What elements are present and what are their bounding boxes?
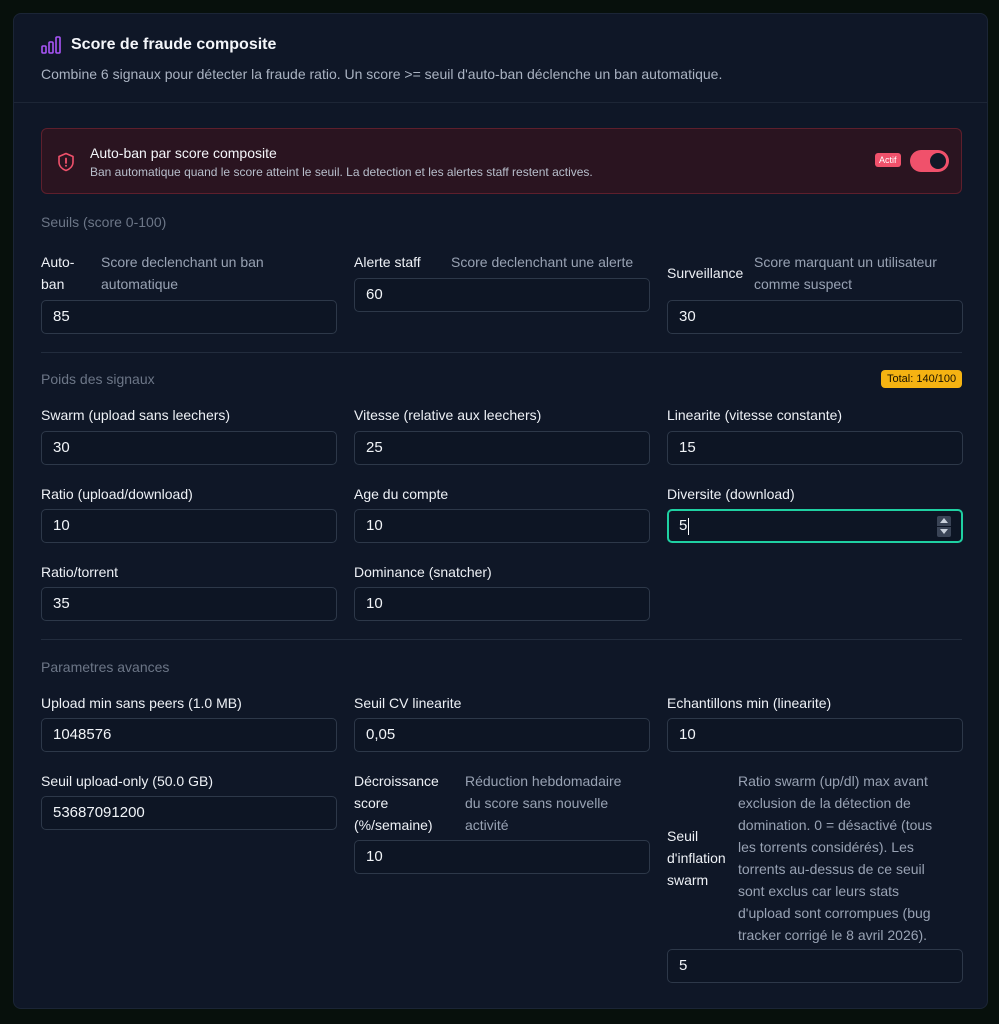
shield-alert-icon <box>58 152 74 172</box>
weight-ratio-torrent-label: Ratio/torrent <box>41 564 119 580</box>
weight-speed-label: Vitesse (relative aux leechers) <box>354 407 542 423</box>
upload-min-label: Upload min sans peers (1.0 MB) <box>41 695 242 711</box>
autoban-threshold-help: Score declenchant un ban automatique <box>101 254 264 292</box>
swarm-inflation-input[interactable]: 5 <box>667 949 963 983</box>
weight-speed-input[interactable]: 25 <box>354 431 650 465</box>
cv-threshold-label: Seuil CV linearite <box>354 695 462 711</box>
text-caret <box>688 517 690 535</box>
watch-threshold-help: Score marquant un utilisateur comme suspe… <box>754 254 937 292</box>
number-spinner[interactable] <box>937 516 951 537</box>
page-subtitle: Combine 6 signaux pour détecter la fraud… <box>41 66 723 82</box>
weight-swarm-label: Swarm (upload sans leechers) <box>41 407 231 423</box>
spinner-up-icon[interactable] <box>937 516 951 526</box>
bar-chart-icon <box>41 36 61 54</box>
weight-diversity-label: Diversite (download) <box>667 486 795 502</box>
autoban-threshold-label: Auto-ban <box>41 254 75 292</box>
decay-input[interactable]: 10 <box>354 840 650 874</box>
autoban-threshold-input[interactable]: 85 <box>41 300 337 334</box>
weights-section-title: Poids des signaux <box>41 371 155 387</box>
autoban-banner: Auto-ban par score composite Ban automat… <box>41 128 962 194</box>
weight-ratio-input[interactable]: 10 <box>41 509 337 543</box>
watch-threshold-label: Surveillance <box>667 265 744 281</box>
autoban-toggle[interactable] <box>910 150 949 172</box>
weight-dominance-label: Dominance (snatcher) <box>354 564 492 580</box>
weight-swarm-input[interactable]: 30 <box>41 431 337 465</box>
decay-help: Réduction hebdomadaire du score sans nou… <box>465 773 622 833</box>
page-title: Score de fraude composite <box>71 36 277 53</box>
min-samples-input[interactable]: 10 <box>667 718 963 752</box>
cv-threshold-input[interactable]: 0,05 <box>354 718 650 752</box>
min-samples-label: Echantillons min (linearite) <box>667 695 832 711</box>
weight-account-age-input[interactable]: 10 <box>354 509 650 543</box>
divider <box>41 352 962 353</box>
spinner-down-icon[interactable] <box>937 527 951 537</box>
autoban-status-badge: Actif <box>875 153 901 167</box>
weight-linearity-label: Linearite (vitesse constante) <box>667 407 843 423</box>
upload-only-label: Seuil upload-only (50.0 GB) <box>41 773 213 789</box>
upload-min-input[interactable]: 1048576 <box>41 718 337 752</box>
fraud-score-panel: Score de fraude composite Combine 6 sign… <box>13 13 988 1009</box>
weight-diversity-input[interactable]: 5 <box>667 509 963 543</box>
weight-dominance-input[interactable]: 10 <box>354 587 650 621</box>
weight-linearity-input[interactable]: 15 <box>667 431 963 465</box>
weight-ratio-torrent-input[interactable]: 35 <box>41 587 337 621</box>
swarm-inflation-help: Ratio swarm (up/dl) max avant exclusion … <box>738 773 933 943</box>
upload-only-input[interactable]: 53687091200 <box>41 796 337 830</box>
autoban-description: Ban automatique quand le score atteint l… <box>90 165 593 179</box>
alert-threshold-help: Score declenchant une alerte <box>451 254 634 270</box>
weight-ratio-label: Ratio (upload/download) <box>41 486 193 502</box>
decay-label: Décroissance score (%/semaine) <box>354 773 439 833</box>
panel-header: Score de fraude composite Combine 6 sign… <box>14 14 987 103</box>
weights-total-badge: Total: 140/100 <box>881 370 963 388</box>
thresholds-section-title: Seuils (score 0-100) <box>41 214 167 230</box>
weight-account-age-label: Age du compte <box>354 486 449 502</box>
autoban-title: Auto-ban par score composite <box>90 145 277 161</box>
swarm-inflation-label: Seuil d'inflation swarm <box>667 828 726 888</box>
toggle-knob <box>930 153 946 169</box>
watch-threshold-input[interactable]: 30 <box>667 300 963 334</box>
advanced-section-title: Parametres avances <box>41 659 170 675</box>
divider <box>41 639 962 640</box>
alert-threshold-input[interactable]: 60 <box>354 278 650 312</box>
alert-threshold-label: Alerte staff <box>354 254 421 270</box>
